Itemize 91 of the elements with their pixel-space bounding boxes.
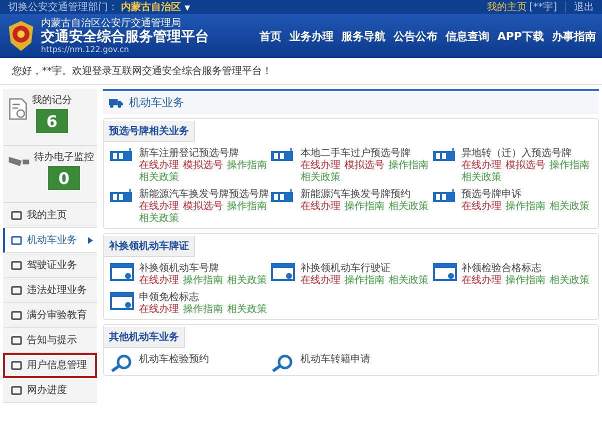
card-icon	[110, 263, 134, 281]
score-value[interactable]: 6	[36, 109, 68, 133]
service-link[interactable]: 在线办理	[300, 160, 340, 172]
service-link[interactable]: 相关政策	[388, 275, 428, 287]
service-link[interactable]: 在线办理	[139, 304, 179, 316]
nav-link[interactable]: 业务办理	[289, 28, 334, 44]
service-name[interactable]: 新车注册登记预选号牌	[139, 146, 272, 160]
service-link[interactable]: 相关政策	[300, 172, 340, 184]
emblem-icon	[6, 20, 36, 52]
service-link[interactable]: 操作指南	[506, 201, 546, 213]
service-link[interactable]: 相关政策	[462, 172, 502, 184]
service-link[interactable]: 操作指南	[227, 160, 267, 172]
panel-heading: 补换领机动车牌证	[104, 236, 195, 257]
magnifier-icon	[110, 354, 134, 372]
service-name[interactable]: 申领免检标志	[139, 290, 267, 304]
nav-link[interactable]: 服务导航	[341, 28, 386, 44]
service-link[interactable]: 相关政策	[139, 213, 179, 225]
service-link[interactable]: 相关政策	[550, 275, 590, 287]
truck-icon	[109, 98, 123, 108]
nav-link[interactable]: 信息查询	[445, 28, 490, 44]
sidebar-item[interactable]: 告知与提示	[3, 328, 97, 353]
card-icon	[271, 263, 296, 281]
plate-icon	[271, 189, 296, 203]
sidebar-item[interactable]: 网办进度	[3, 378, 97, 403]
page-heading: 机动车业务	[129, 95, 184, 110]
service-link[interactable]: 操作指南	[388, 160, 428, 172]
bureau-name: 内蒙古自治区公安厅交通管理局	[41, 18, 182, 29]
service-name[interactable]: 补换领机动车号牌	[139, 261, 267, 275]
site-title: 交通安全综合服务管理平台	[41, 29, 209, 46]
service-link[interactable]: 在线办理	[139, 275, 179, 287]
document-icon	[7, 97, 29, 121]
sidebar-item[interactable]: 违法处理业务	[3, 278, 97, 303]
service-link[interactable]: 操作指南	[227, 201, 267, 213]
card-icon	[432, 263, 457, 281]
service-name[interactable]: 补换领机动车行驶证	[300, 261, 428, 275]
service-name[interactable]: 预选号牌申诉	[462, 187, 590, 201]
service-link[interactable]: 在线办理	[139, 201, 179, 213]
service-name[interactable]: 机动车检验预约	[139, 352, 209, 366]
plate-icon	[110, 189, 134, 203]
plate-icon	[110, 148, 134, 162]
service-link[interactable]: 在线办理	[139, 160, 179, 172]
plate-icon	[271, 148, 296, 162]
service-link[interactable]: 模拟选号	[183, 201, 223, 213]
logout-link[interactable]: 退出	[574, 0, 594, 14]
arrow-icon	[88, 236, 93, 244]
plate-icon	[432, 189, 457, 203]
card-icon	[110, 292, 134, 310]
service-link[interactable]: 操作指南	[344, 201, 384, 213]
service-link[interactable]: 在线办理	[462, 275, 502, 287]
score-label: 我的记分	[32, 94, 72, 107]
department-label: 切换公安交通管理部门：	[8, 2, 118, 13]
nav-link[interactable]: 公告公布	[393, 28, 438, 44]
home-link[interactable]: 我的主页	[487, 0, 528, 14]
service-name[interactable]: 补领检验合格标志	[462, 261, 590, 275]
camera-icon	[7, 154, 31, 169]
score-value[interactable]: 0	[48, 166, 80, 190]
service-link[interactable]: 操作指南	[344, 275, 384, 287]
service-name[interactable]: 新能源汽车换发号牌预约	[300, 187, 428, 201]
service-link[interactable]: 模拟选号	[183, 160, 223, 172]
nav-link[interactable]: APP下载	[497, 28, 544, 44]
service-link[interactable]: 操作指南	[506, 275, 546, 287]
service-link[interactable]: 操作指南	[183, 275, 223, 287]
service-name[interactable]: 异地转（迁）入预选号牌	[462, 146, 594, 160]
plate-icon	[432, 148, 457, 162]
service-link[interactable]: 操作指南	[550, 160, 590, 172]
nav-link[interactable]: 首页	[259, 28, 282, 44]
service-link[interactable]: 模拟选号	[506, 160, 546, 172]
service-link[interactable]: 模拟选号	[344, 160, 384, 172]
service-link[interactable]: 在线办理	[300, 201, 340, 213]
service-link[interactable]: 操作指南	[183, 304, 223, 316]
service-link[interactable]: 在线办理	[300, 275, 340, 287]
service-name[interactable]: 机动车转籍申请	[300, 352, 370, 366]
score-label: 待办电子监控	[34, 150, 94, 164]
service-link[interactable]: 在线办理	[462, 201, 502, 213]
service-link[interactable]: 相关政策	[227, 304, 267, 316]
service-name[interactable]: 本地二手车过户预选号牌	[300, 146, 433, 160]
service-link[interactable]: 在线办理	[462, 160, 502, 172]
panel-heading: 其他机动车业务	[104, 327, 185, 348]
user-name: [**宇]	[529, 0, 557, 14]
service-link[interactable]: 相关政策	[227, 275, 267, 287]
sidebar-item[interactable]: 机动车业务	[3, 228, 97, 253]
sidebar-item[interactable]: 用户信息管理	[3, 353, 97, 378]
service-name[interactable]: 新能源汽车换发号牌预选号牌	[139, 187, 272, 201]
site-url: https://nm.122.gov.cn	[41, 45, 130, 54]
service-link[interactable]: 相关政策	[550, 201, 590, 213]
sidebar-item[interactable]: 满分审验教育	[3, 303, 97, 328]
service-link[interactable]: 相关政策	[388, 201, 428, 213]
panel-heading: 预选号牌相关业务	[104, 121, 195, 142]
service-link[interactable]: 相关政策	[139, 172, 179, 184]
sidebar-item[interactable]: 驾驶证业务	[3, 253, 97, 278]
nav-link[interactable]: 办事指南	[552, 28, 596, 44]
